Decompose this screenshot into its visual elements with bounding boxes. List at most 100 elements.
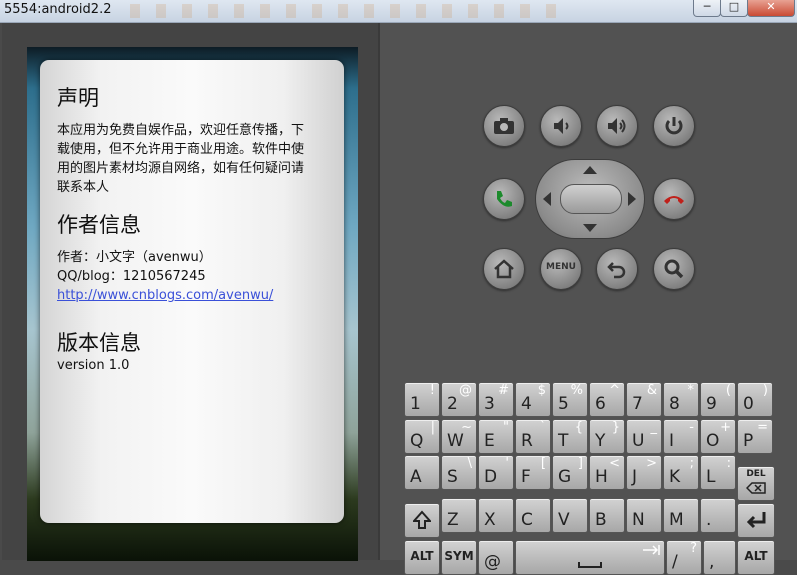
dpad-up-icon[interactable] (583, 166, 597, 174)
call-button[interactable] (483, 178, 525, 220)
at-key[interactable]: @ (478, 540, 514, 575)
dpad-down-icon[interactable] (583, 224, 597, 232)
enter-key[interactable] (737, 503, 775, 538)
key-row1-4[interactable]: 5% (552, 382, 588, 417)
dpad-right-icon[interactable] (628, 192, 636, 206)
key-row2-3[interactable]: R ` (515, 419, 551, 454)
key-row3-4[interactable]: G] (552, 455, 588, 490)
dpad-left-icon[interactable] (543, 192, 551, 206)
key-row1-3[interactable]: 4 $ (515, 382, 551, 417)
key-row4-4[interactable]: B (589, 498, 625, 533)
sym-key[interactable]: SYM (441, 540, 477, 575)
key-alt-label: @ (459, 383, 472, 398)
alt-left-key[interactable]: ALT (404, 540, 440, 575)
dpad[interactable] (535, 159, 645, 239)
key-main-label: 4 (521, 394, 532, 414)
key-alt-label: ( (725, 383, 731, 398)
key-row3-1[interactable]: S \ (441, 455, 477, 490)
key-row1-1[interactable]: 2 @ (441, 382, 477, 417)
menu-button[interactable]: MENU (540, 248, 582, 290)
window-titlebar: 5554:android2.2 ─ □ ✕ (0, 0, 797, 23)
key-alt-label: \ (467, 456, 472, 471)
alt-left-label: ALT (410, 549, 434, 563)
key-main-label: 8 (669, 394, 680, 414)
end-call-button[interactable] (653, 178, 695, 220)
key-row1-5[interactable]: 6 ^ (589, 382, 625, 417)
slash-key[interactable]: /? (666, 540, 702, 575)
shift-key[interactable] (404, 503, 440, 538)
device-screen[interactable]: 声明 本应用为免费自娱作品，欢迎任意传播，下 载使用，但不允许用于商业用途。软件… (27, 47, 358, 561)
key-row4-1[interactable]: X (478, 498, 514, 533)
key-alt-label: { (574, 420, 583, 435)
key-row3-0[interactable]: A (404, 455, 440, 490)
key-main-label: P (743, 431, 754, 451)
key-row3-2[interactable]: D ' (478, 455, 514, 490)
dpad-center-button[interactable] (560, 184, 622, 214)
key-main-label: H (595, 467, 608, 487)
minimize-button[interactable]: ─ (693, 0, 721, 17)
volume-up-icon (608, 118, 626, 134)
key-alt-label: | (430, 420, 435, 435)
key-row1-6[interactable]: 7 & (626, 382, 662, 417)
key-row1-8[interactable]: 9( (700, 382, 736, 417)
key-row2-1[interactable]: W ~ (441, 419, 477, 454)
key-main-label: U (632, 431, 645, 451)
key-row2-7[interactable]: I- (663, 419, 699, 454)
key-row2-2[interactable]: E " (478, 419, 514, 454)
key-row2-8[interactable]: O + (700, 419, 736, 454)
space-key[interactable] (515, 540, 665, 575)
key-row2-0[interactable]: Q | (404, 419, 440, 454)
close-button[interactable]: ✕ (747, 0, 795, 17)
comma-key[interactable]: , (703, 540, 736, 575)
del-key[interactable]: DEL (737, 466, 775, 501)
camera-button[interactable] (483, 105, 525, 147)
key-row3-6[interactable]: J > (626, 455, 662, 490)
blog-link[interactable]: http://www.cnblogs.com/avenwu/ (57, 288, 273, 303)
key-row4-6[interactable]: M (663, 498, 699, 533)
key-alt-label: ) (762, 383, 768, 398)
tab-icon (643, 545, 660, 555)
key-row2-5[interactable]: Y} (589, 419, 625, 454)
key-row3-3[interactable]: F[ (515, 455, 551, 490)
key-row4-3[interactable]: V (552, 498, 588, 533)
key-alt-label: : (726, 456, 731, 471)
end-call-icon (664, 196, 684, 204)
key-row2-6[interactable]: U _ (626, 419, 662, 454)
key-row3-5[interactable]: H < (589, 455, 625, 490)
statement-line-1: 本应用为免费自娱作品，欢迎任意传播，下 (57, 123, 305, 138)
backspace-icon (746, 482, 766, 494)
key-row2-4[interactable]: T{ (552, 419, 588, 454)
key-row4-7[interactable]: . (700, 498, 736, 533)
key-row1-9[interactable]: 0) (737, 382, 773, 417)
back-button[interactable] (596, 248, 638, 290)
search-icon (664, 259, 684, 279)
alt-right-key[interactable]: ALT (737, 540, 775, 575)
key-main-label: D (484, 467, 498, 487)
alt-right-label: ALT (744, 549, 768, 563)
key-row3-7[interactable]: K; (663, 455, 699, 490)
key-row2-9[interactable]: P = (737, 419, 773, 454)
key-alt-label: > (646, 456, 657, 471)
key-row4-0[interactable]: Z (441, 498, 477, 533)
key-row1-2[interactable]: 3 # (478, 382, 514, 417)
emulator-body: 声明 本应用为免费自娱作品，欢迎任意传播，下 载使用，但不允许用于商业用途。软件… (2, 23, 797, 575)
key-alt-label: _ (650, 420, 658, 435)
key-main-label: X (484, 510, 496, 530)
home-button[interactable] (483, 248, 525, 290)
key-row1-7[interactable]: 8 * (663, 382, 699, 417)
statement-heading: 声明 (57, 86, 99, 110)
power-button[interactable] (653, 105, 695, 147)
key-alt-label: ] (577, 456, 583, 471)
key-row4-2[interactable]: C (515, 498, 551, 533)
volume-down-button[interactable] (540, 105, 582, 147)
maximize-button[interactable]: □ (720, 0, 748, 17)
search-button[interactable] (653, 248, 695, 290)
key-row3-8[interactable]: L: (700, 455, 736, 490)
version-text: version 1.0 (57, 358, 130, 373)
key-row1-0[interactable]: 1! (404, 382, 440, 417)
volume-up-button[interactable] (596, 105, 638, 147)
key-alt-label: % (570, 383, 583, 398)
key-row4-5[interactable]: N (626, 498, 662, 533)
key-main-label: I (669, 431, 675, 451)
key-main-label: 7 (632, 394, 643, 414)
